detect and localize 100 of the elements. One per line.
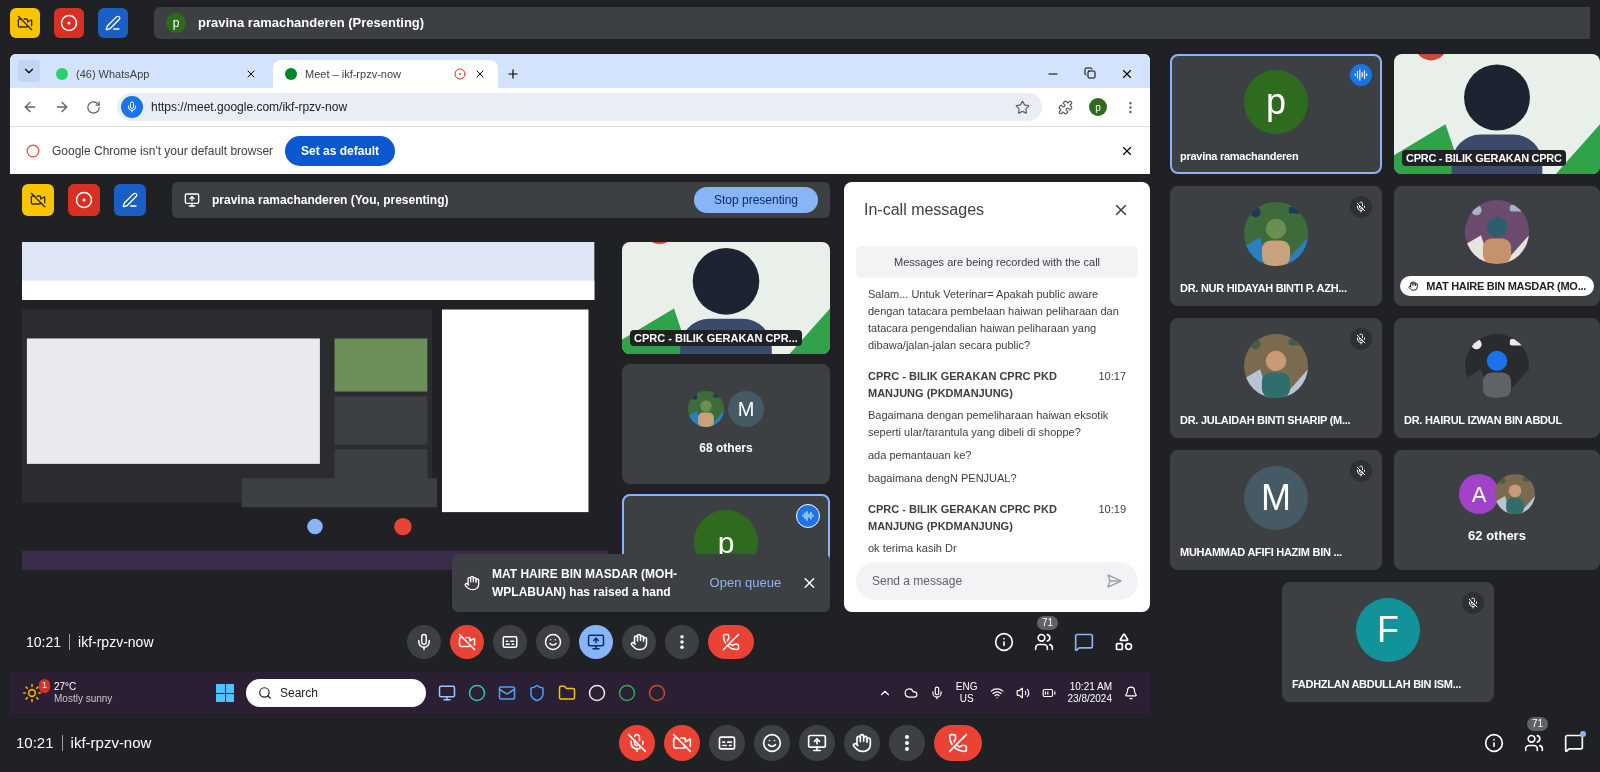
new-tab-icon[interactable] xyxy=(506,67,520,81)
notification-icon[interactable] xyxy=(1124,686,1138,700)
others-count: 68 others xyxy=(699,440,753,457)
message-text: bagaimana dengN PENJUAL? xyxy=(868,471,1018,486)
weather-badge: 1 xyxy=(39,679,50,693)
camera-off-icon xyxy=(30,192,46,208)
participant-name: DR. NUR HIDAYAH BINTI P. AZH... xyxy=(1180,280,1348,296)
app-icon[interactable] xyxy=(438,684,456,702)
people-icon[interactable] xyxy=(1034,632,1054,652)
clock-time: 10:21 AM xyxy=(1069,681,1112,693)
camera-off-icon xyxy=(17,15,33,31)
more-icon xyxy=(904,735,909,751)
bookmark-icon[interactable] xyxy=(1015,99,1030,115)
end-call-button[interactable] xyxy=(707,625,754,659)
message-time: 10:19 xyxy=(1098,502,1126,517)
present-button[interactable] xyxy=(578,625,613,659)
present-button[interactable] xyxy=(798,725,835,761)
message-sender: CPRC - BILIK GERAKAN CPRC PKD MANJUNG (PKDMANJUNG) xyxy=(868,369,1058,401)
temperature: 27°C xyxy=(54,681,78,693)
raise-hand-button[interactable] xyxy=(621,625,656,659)
forward-icon[interactable] xyxy=(54,99,70,115)
meeting-time: 10:21 xyxy=(26,632,62,652)
people-icon[interactable] xyxy=(1524,733,1544,753)
end-call-button[interactable] xyxy=(933,725,982,761)
extensions-icon[interactable] xyxy=(1058,99,1073,115)
infobar-text: Google Chrome isn't your default browser xyxy=(52,142,274,160)
mail-icon[interactable] xyxy=(498,684,516,702)
others-tile[interactable]: A 62 others xyxy=(1394,450,1600,570)
clock-date: 23/8/2024 xyxy=(1067,693,1112,705)
taskbar-search[interactable]: Search xyxy=(246,679,426,707)
raise-hand-button[interactable] xyxy=(843,725,880,761)
close-window-icon[interactable] xyxy=(1120,67,1134,81)
participant-name: MUHAMMAD AFIFI HAZIM BIN ... xyxy=(1180,544,1343,560)
input-placeholder: Send a message xyxy=(872,573,964,590)
annotate-button[interactable] xyxy=(114,184,146,216)
camera-button[interactable] xyxy=(663,725,700,761)
message-text: Bagaimana dengan pemeliharaan haiwan eksotik seperti ular/tarantula yang dibeli di shoppe? xyxy=(868,408,1110,440)
participant-count-badge: 71 xyxy=(1036,616,1058,630)
message-text: Salam... Untuk Veterinar= Apakah public aware dengan tatacara pembelaan haiwan peliharaan dan tatacara pengendalian haiwan peliharaan yang dibawa/jalan-jalan secara public? xyxy=(868,287,1120,353)
participant-name: pravina ramachanderen xyxy=(1180,148,1300,164)
activities-icon[interactable] xyxy=(1114,632,1134,652)
info-icon[interactable] xyxy=(994,632,1014,652)
pen-icon xyxy=(105,15,121,31)
tab-list-button[interactable] xyxy=(18,60,40,82)
participant-name: MAT HAIRE BIN MASDAR (MO... xyxy=(1426,278,1586,294)
close-tab-icon[interactable] xyxy=(245,68,257,80)
message-time: 10:17 xyxy=(1098,369,1126,384)
captions-icon xyxy=(716,733,737,753)
browser-tab[interactable]: Meet – ikf-rpzv-now xyxy=(273,60,498,88)
close-tab-icon[interactable] xyxy=(474,68,486,80)
microphone-button[interactable] xyxy=(406,625,441,659)
more-options-button[interactable] xyxy=(664,625,699,659)
phone-icon xyxy=(721,633,740,651)
message-input[interactable]: Send a message xyxy=(856,562,1138,600)
hand-icon xyxy=(464,575,480,591)
search-icon xyxy=(258,686,272,700)
avatar: F xyxy=(1356,597,1420,662)
captions-button[interactable] xyxy=(708,725,745,761)
captions-icon xyxy=(500,633,519,651)
reload-icon[interactable] xyxy=(86,99,101,115)
record-button[interactable] xyxy=(68,184,100,216)
emoji-button[interactable] xyxy=(535,625,570,659)
more-icon xyxy=(679,635,684,649)
language: ENG xyxy=(955,681,978,693)
participant-name: FADHZLAN ABDULLAH BIN ISM... xyxy=(1292,676,1463,692)
emoji-button[interactable] xyxy=(753,725,790,761)
cloud-icon[interactable] xyxy=(903,686,918,700)
app-icon[interactable] xyxy=(528,684,546,702)
weather-condition: Mostly sunny xyxy=(54,693,114,705)
chat-icon[interactable] xyxy=(1074,632,1094,652)
back-icon[interactable] xyxy=(22,99,38,115)
battery-icon[interactable] xyxy=(1041,686,1056,700)
stop-presenting-button[interactable]: Stop presenting xyxy=(693,187,818,213)
browser-tab[interactable]: (46) WhatsApp xyxy=(44,60,269,88)
more-options-button[interactable] xyxy=(888,725,925,761)
folder-icon[interactable] xyxy=(558,684,576,702)
camera-toggle-button[interactable] xyxy=(22,184,54,216)
site-icon xyxy=(285,68,297,80)
address-bar[interactable]: https://meet.google.com/ikf-rpzv-now xyxy=(117,93,1042,121)
start-icon[interactable] xyxy=(216,684,234,702)
hand-icon xyxy=(629,633,648,651)
camera-off-icon xyxy=(457,633,476,651)
annotate-button[interactable] xyxy=(98,8,128,38)
microphone-button[interactable] xyxy=(618,725,655,761)
open-queue-link[interactable]: Open queue xyxy=(709,573,782,593)
captions-button[interactable] xyxy=(492,625,527,659)
record-button[interactable] xyxy=(54,8,84,38)
wifi-icon[interactable] xyxy=(989,686,1004,700)
camera-toggle-button[interactable] xyxy=(10,8,40,38)
volume-icon[interactable] xyxy=(1015,686,1030,700)
set-default-button[interactable]: Set as default xyxy=(285,135,396,166)
others-tile[interactable]: M 68 others xyxy=(622,364,830,484)
avatar: M xyxy=(728,391,764,427)
participant-name: DR. HAIRUL IZWAN BIN ABDUL xyxy=(1404,412,1563,428)
restore-icon[interactable] xyxy=(1084,67,1096,79)
info-icon[interactable] xyxy=(1484,733,1504,753)
profile-avatar[interactable]: p xyxy=(1089,98,1107,116)
microphone-icon[interactable] xyxy=(929,686,944,700)
camera-button[interactable] xyxy=(449,625,484,659)
recording-notice: Messages are being recorded with the call xyxy=(856,246,1138,278)
